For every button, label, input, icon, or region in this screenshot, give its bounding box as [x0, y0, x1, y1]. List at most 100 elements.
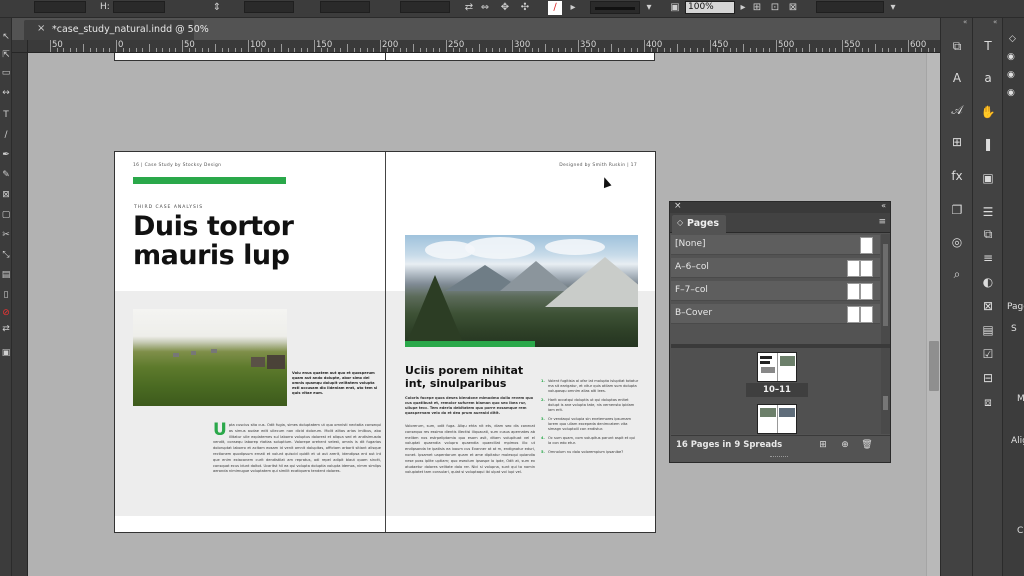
dock-collapse-icon[interactable]: « [963, 18, 967, 26]
fill-dropdown-icon[interactable]: ▸ [566, 1, 580, 15]
eye-icon[interactable]: ◉ [1007, 52, 1015, 62]
green-accent-bar[interactable] [133, 177, 286, 184]
zoom-dropdown-icon[interactable]: ▸ [736, 1, 750, 15]
direct-selection-tool-icon[interactable]: ⇱ [1, 50, 11, 60]
fill-none-icon[interactable]: ∕ [548, 1, 562, 15]
new-page-icon[interactable]: ⊕ [839, 439, 851, 451]
flip-icon[interactable]: ⇄ [462, 1, 476, 15]
edge-label-m[interactable]: M [1017, 394, 1024, 404]
spread-page-16-17[interactable]: 16 | Case Study by Stocksy Design Design… [114, 151, 656, 533]
edge-label-c[interactable]: C [1017, 526, 1023, 536]
select-container-icon[interactable]: ✥ [498, 1, 512, 15]
ruler-origin[interactable] [12, 40, 28, 53]
table-icon[interactable]: ⊞ [946, 132, 968, 152]
stroke-dropdown-icon[interactable]: ▾ [642, 1, 656, 15]
check-icon[interactable]: ☑ [977, 344, 999, 364]
master-b-cover[interactable]: B–Cover [671, 304, 880, 324]
hand-icon[interactable]: ✋ [977, 102, 999, 122]
panel-resize-grip[interactable] [770, 456, 788, 460]
delete-page-icon[interactable]: 🗑 [861, 439, 873, 451]
master-thumbnail[interactable] [847, 306, 860, 323]
effects-icon[interactable]: fx [946, 166, 968, 186]
pages-scroll-thumb[interactable] [883, 396, 888, 410]
shear-field[interactable] [400, 1, 450, 13]
stroke-icon[interactable]: ≡ [977, 248, 999, 268]
dock-collapse-icon[interactable]: « [993, 18, 997, 26]
scale-field[interactable] [244, 1, 294, 13]
master-thumbnail[interactable] [847, 283, 860, 300]
style-dropdown-icon[interactable]: ▾ [886, 1, 900, 15]
pages-scrollbar[interactable] [881, 348, 890, 434]
fit-frame-icon[interactable]: ⊡ [768, 1, 782, 15]
previous-spread[interactable] [114, 53, 655, 61]
master-a-6-col[interactable]: A–6–col [671, 258, 880, 278]
bookmark-icon[interactable]: ❚ [977, 134, 999, 154]
master-none[interactable]: [None] [671, 235, 880, 255]
rotate-icon[interactable]: ⇔ [478, 1, 492, 15]
align-icon[interactable]: ⇕ [210, 1, 224, 15]
panel-title-bar[interactable]: × « [670, 201, 890, 213]
pencil-tool-icon[interactable]: ✎ [1, 170, 11, 180]
panel-menu-icon[interactable]: ≡ [878, 217, 886, 227]
rotate-field[interactable] [320, 1, 370, 13]
width-field[interactable] [34, 1, 86, 13]
edge-label-align[interactable]: Alig [1011, 436, 1024, 446]
eye-icon[interactable]: ◉ [1007, 88, 1015, 98]
edge-label-s[interactable]: S [1011, 324, 1017, 334]
zoom-field[interactable]: 100% [685, 1, 735, 14]
horizontal-ruler[interactable]: 50 0 50 100 150 200 250 300 350 400 450 500 550 600 [28, 40, 940, 53]
layers-icon[interactable]: ☰ [977, 202, 999, 222]
type-tool-icon[interactable]: T [1, 110, 11, 120]
pen-tool-icon[interactable]: ✒ [1, 150, 11, 160]
style-field[interactable] [816, 1, 884, 13]
master-thumbnail[interactable] [860, 237, 873, 254]
master-thumbnail[interactable] [860, 260, 873, 277]
masters-scroll-thumb[interactable] [883, 244, 888, 326]
canvas-vertical-scrollbar[interactable] [926, 53, 940, 576]
fill-frame-icon[interactable]: ⊠ [786, 1, 800, 15]
master-thumbnail[interactable] [860, 306, 873, 323]
glyphs-icon[interactable]: a [977, 68, 999, 88]
articles-icon[interactable]: ⧉ [977, 224, 999, 244]
paragraph-styles-icon[interactable]: 𝒜 [946, 100, 968, 120]
gap-tool-icon[interactable]: ↔ [1, 88, 11, 98]
pathfinder-icon[interactable]: ⧈ [977, 392, 999, 412]
height-field[interactable] [113, 1, 165, 13]
media-icon[interactable]: ▣ [977, 168, 999, 188]
master-thumbnail[interactable] [847, 260, 860, 277]
document-tab[interactable]: × *case_study_natural.indd @ 50% [24, 20, 209, 40]
pages-dock-icon[interactable]: ❐ [946, 200, 968, 220]
close-panel-icon[interactable]: × [674, 201, 682, 211]
note-tool-icon[interactable]: ▯ [1, 290, 11, 300]
collapse-panel-icon[interactable]: « [881, 201, 886, 210]
selected-spread-label[interactable]: 10–11 [746, 385, 808, 395]
gradient-icon[interactable]: ▤ [977, 320, 999, 340]
character-styles-icon[interactable]: A [946, 68, 968, 88]
rectangle-tool-icon[interactable]: ▢ [1, 210, 11, 220]
kicker-text[interactable]: THIRD CASE ANALYSIS [134, 205, 203, 210]
swatches-icon[interactable]: ⊠ [977, 296, 999, 316]
edit-page-size-icon[interactable]: ⊞ [817, 439, 829, 451]
masters-scrollbar[interactable] [881, 234, 890, 344]
master-f-7-col[interactable]: F–7–col [671, 281, 880, 301]
numbered-list[interactable]: 1. Volent fugitisia al ofar iat molupta i… [541, 379, 639, 459]
headline[interactable]: Duis tortor mauris lup [133, 212, 373, 270]
master-thumbnail[interactable] [860, 283, 873, 300]
mountain-photo[interactable] [405, 235, 638, 347]
page-tool-icon[interactable]: ▭ [1, 68, 11, 78]
scroll-thumb[interactable] [929, 341, 939, 391]
tab-pages[interactable]: ◇ Pages [672, 215, 726, 233]
links-icon[interactable]: ⧉ [946, 36, 968, 56]
edge-label-page[interactable]: Page [1007, 302, 1024, 312]
spread-thumbnail-12-13[interactable] [757, 404, 797, 434]
eye-icon[interactable]: ◉ [1007, 70, 1015, 80]
gradient-tool-icon[interactable]: ▤ [1, 270, 11, 280]
type-panel-icon[interactable]: T [977, 36, 999, 56]
fitting-icon[interactable]: ⊞ [750, 1, 764, 15]
meadow-photo[interactable] [133, 309, 287, 406]
selection-tool-icon[interactable]: ↖ [1, 32, 11, 42]
transform-tool-icon[interactable]: ⤡ [1, 250, 11, 260]
cc-libraries-icon[interactable]: ◎ [946, 232, 968, 252]
left-body-text[interactable]: Upta cuscius sita cus. Odit fugia, simes… [213, 422, 381, 475]
vertical-ruler[interactable] [12, 53, 28, 576]
